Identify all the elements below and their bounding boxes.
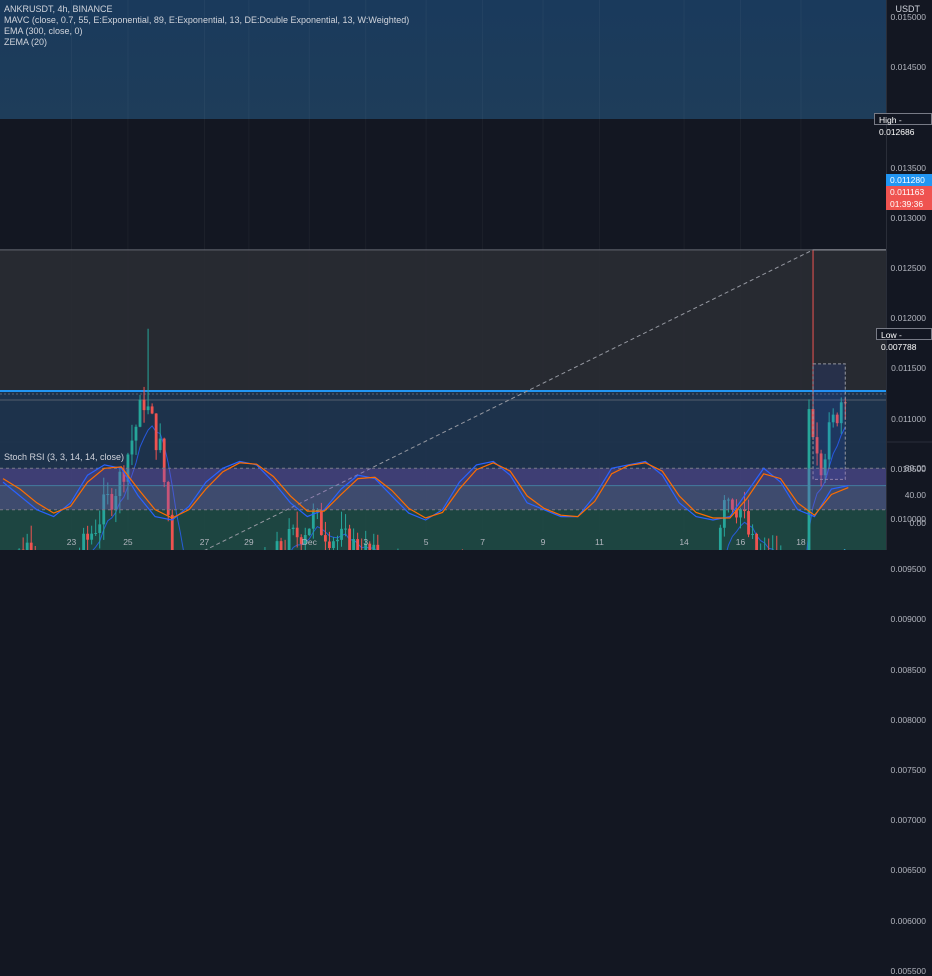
candle-body [143, 400, 146, 410]
time-tick-label: 11 [595, 537, 604, 547]
candle-body [372, 545, 375, 550]
candle-body [332, 541, 335, 548]
candle-body [288, 529, 291, 550]
price-tick-label: 0.007500 [891, 765, 926, 775]
candle-body [376, 545, 379, 550]
low-price-tag: Low - 0.007788 [876, 328, 932, 340]
candle-body [292, 528, 295, 529]
candle-body [139, 400, 142, 427]
candle-body [344, 529, 347, 530]
rsi-tick-label: 80.00 [905, 463, 926, 473]
high-price-tag: High - 0.012686 [874, 113, 932, 125]
candle-body [30, 543, 33, 550]
candle-body [328, 542, 331, 549]
candle-body [739, 509, 742, 517]
price-tick-label: 0.011500 [891, 363, 926, 373]
time-tick-label: 16 [736, 537, 745, 547]
time-tick-label: 5 [424, 537, 429, 547]
time-tick-label: 7 [480, 537, 485, 547]
rsi-legend[interactable]: Stoch RSI (3, 3, 14, 14, close) [4, 452, 124, 462]
candle-body [747, 511, 750, 534]
last-price-tag: 0.011163 [886, 186, 932, 198]
candle-body [348, 529, 351, 550]
rsi-tick-label: 40.00 [905, 490, 926, 500]
candle-body [352, 539, 355, 550]
countdown-tag: 01:39:36 [886, 198, 932, 210]
candle-body [340, 529, 343, 540]
price-tick-label: 0.005500 [891, 966, 926, 976]
price-tick-label: 0.012000 [891, 313, 926, 323]
candle-body [280, 541, 283, 550]
candle-body [368, 544, 371, 550]
price-tick-label: 0.009500 [891, 564, 926, 574]
candle-body [159, 439, 162, 451]
candle-body [755, 534, 758, 550]
candle-body [90, 534, 93, 540]
candle-body [26, 543, 29, 550]
level-price-tag: 0.011280 [886, 174, 932, 186]
time-tick-label: 3 [363, 537, 368, 547]
time-tick-label: 18 [796, 537, 805, 547]
time-tick-label: Dec [302, 537, 317, 547]
candle-body [320, 510, 323, 535]
time-tick-label: 9 [541, 537, 546, 547]
price-tick-label: 0.013000 [891, 213, 926, 223]
chart-canvas[interactable] [0, 0, 932, 550]
candle-body [719, 528, 722, 550]
chart-legend: ANKRUSDT, 4h, BINANCE MAVC (close, 0.7, … [4, 4, 409, 48]
price-tick-label: 0.011000 [891, 414, 926, 424]
candle-body [94, 533, 97, 534]
candle-body [135, 427, 138, 441]
candle-body [276, 541, 279, 550]
price-tick-label: 0.015000 [891, 12, 926, 22]
candle-body [86, 534, 89, 540]
projection-box [813, 364, 845, 479]
time-tick-label: 23 [67, 537, 76, 547]
candle-body [82, 534, 85, 550]
price-tick-label: 0.007000 [891, 815, 926, 825]
price-tick-label: 0.006500 [891, 865, 926, 875]
candle-body [296, 528, 299, 538]
time-tick-label: 25 [123, 537, 132, 547]
candle-body [147, 406, 150, 410]
legend-mavc[interactable]: MAVC (close, 0.7, 55, E:Exponential, 89,… [4, 15, 409, 26]
price-tick-label: 0.008000 [891, 715, 926, 725]
legend-symbol[interactable]: ANKRUSDT, 4h, BINANCE [4, 4, 409, 15]
time-tick-label: 27 [200, 537, 209, 547]
price-tick-label: 0.006000 [891, 916, 926, 926]
price-tick-label: 0.014500 [891, 62, 926, 72]
candle-body [336, 540, 339, 541]
time-tick-label: 14 [679, 537, 688, 547]
candle-body [131, 441, 134, 455]
legend-ema[interactable]: EMA (300, close, 0) [4, 26, 409, 37]
time-tick-label: 29 [244, 537, 253, 547]
legend-zema[interactable]: ZEMA (20) [4, 37, 409, 48]
price-tick-label: 0.013500 [891, 163, 926, 173]
price-tick-label: 0.008500 [891, 665, 926, 675]
fib-zone [0, 250, 886, 391]
candle-body [356, 539, 359, 550]
candle-body [98, 524, 101, 533]
candle-body [151, 406, 154, 413]
price-tick-label: 0.012500 [891, 263, 926, 273]
rsi-tick-label: 0.00 [909, 518, 926, 528]
candle-body [751, 534, 754, 535]
candle-body [324, 535, 327, 541]
price-tick-label: 0.009000 [891, 614, 926, 624]
candle-body [155, 414, 158, 451]
candle-body [308, 529, 311, 535]
